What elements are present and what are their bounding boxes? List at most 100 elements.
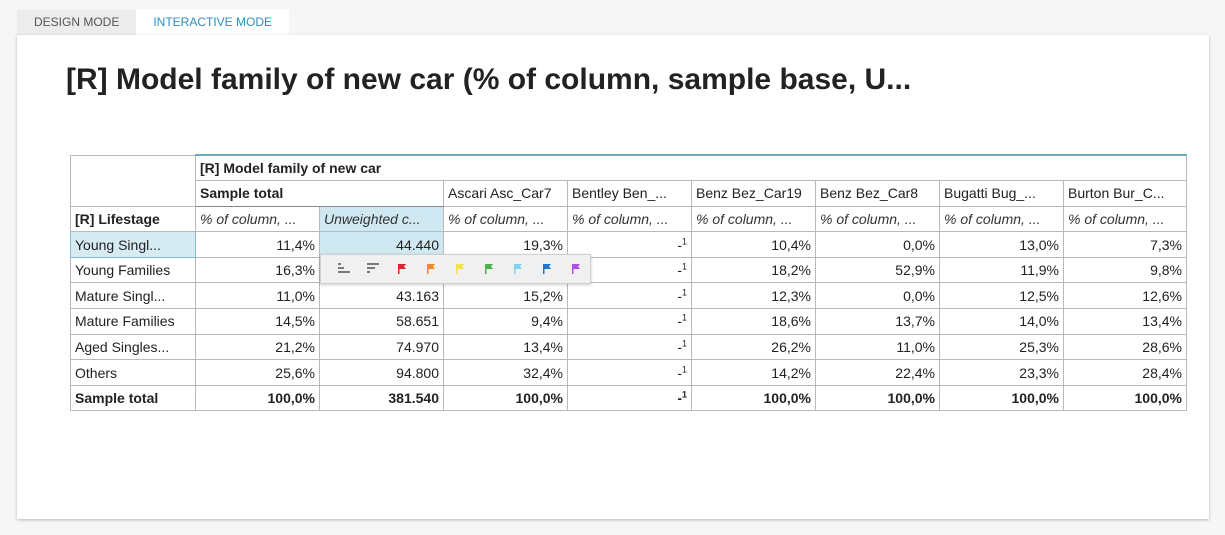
- table-cell[interactable]: 25,3%: [939, 333, 1064, 361]
- table-cell[interactable]: 11,9%: [939, 256, 1064, 284]
- column-header[interactable]: Benz Bez_Car19: [691, 180, 816, 207]
- table-cell[interactable]: 23,3%: [939, 359, 1064, 386]
- table-cell[interactable]: 10,4%: [691, 231, 816, 258]
- flag-lightblue-icon[interactable]: [503, 254, 532, 284]
- row-variable-label[interactable]: [R] Lifestage: [70, 205, 196, 233]
- row-label[interactable]: Young Families: [70, 256, 196, 284]
- cell-action-popup: [320, 254, 591, 284]
- table-cell[interactable]: 12,5%: [939, 282, 1064, 310]
- sort-ascending-icon[interactable]: [329, 254, 358, 284]
- table-cell[interactable]: 11,4%: [195, 231, 320, 258]
- table-cell[interactable]: 18,6%: [691, 308, 816, 335]
- table-cell[interactable]: 381.540: [319, 384, 444, 412]
- flag-purple-icon[interactable]: [561, 254, 590, 284]
- table-cell[interactable]: 11,0%: [815, 333, 940, 361]
- table-cell[interactable]: 100,0%: [815, 384, 940, 412]
- footnote-marker: 1: [681, 389, 687, 400]
- column-header[interactable]: Ascari Asc_Car7: [443, 180, 568, 207]
- table-cell[interactable]: 21,2%: [195, 333, 320, 361]
- table-cell[interactable]: -1: [567, 359, 692, 386]
- table-cell[interactable]: 32,4%: [443, 359, 568, 386]
- table-cell[interactable]: 13,0%: [939, 231, 1064, 258]
- flag-yellow-icon[interactable]: [445, 254, 474, 284]
- stat-header[interactable]: Unweighted c...: [319, 205, 444, 233]
- banner-header[interactable]: [R] Model family of new car: [195, 154, 1187, 182]
- table-body: Young Singl... 11,4% 44.440 19,3% -1 10,4% 0,0…: [70, 231, 1187, 412]
- table-cell[interactable]: 14,2%: [691, 359, 816, 386]
- table-cell[interactable]: 14,0%: [939, 308, 1064, 335]
- table-row: Mature Families 14,5% 58.651 9,4% -1 18,6% 13,…: [70, 308, 1187, 335]
- mode-tabs: DESIGN MODE INTERACTIVE MODE: [17, 10, 290, 35]
- stat-header[interactable]: % of column, ...: [567, 205, 692, 233]
- column-header[interactable]: Benz Bez_Car8: [815, 180, 940, 207]
- stat-header[interactable]: % of column, ...: [939, 205, 1064, 233]
- row-label[interactable]: Aged Singles...: [70, 333, 196, 361]
- row-label[interactable]: Young Singl...: [70, 231, 196, 258]
- corner-cell: [70, 180, 196, 207]
- tab-design-mode[interactable]: DESIGN MODE: [17, 10, 137, 35]
- sort-descending-icon[interactable]: [358, 254, 387, 284]
- table-cell[interactable]: 7,3%: [1063, 231, 1187, 258]
- table-cell[interactable]: 22,4%: [815, 359, 940, 386]
- footnote-marker: 1: [681, 338, 687, 349]
- table-cell[interactable]: 28,4%: [1063, 359, 1187, 386]
- table-cell[interactable]: 100,0%: [691, 384, 816, 412]
- footnote-marker: 1: [681, 235, 687, 246]
- row-label[interactable]: Mature Singl...: [70, 282, 196, 310]
- table-cell[interactable]: 14,5%: [195, 308, 320, 335]
- table-cell[interactable]: 12,3%: [691, 282, 816, 310]
- table-row: Mature Singl... 11,0% 43.163 15,2% -1 12,3% 0,…: [70, 282, 1187, 310]
- table-cell[interactable]: 43.163: [319, 282, 444, 310]
- table-cell[interactable]: 9,8%: [1063, 256, 1187, 284]
- table-cell[interactable]: 100,0%: [1063, 384, 1187, 412]
- stat-header[interactable]: % of column, ...: [1063, 205, 1187, 233]
- flag-green-icon[interactable]: [474, 254, 503, 284]
- table-cell[interactable]: 13,7%: [815, 308, 940, 335]
- column-header[interactable]: Bugatti Bug_...: [939, 180, 1064, 207]
- table-cell[interactable]: -1: [567, 282, 692, 310]
- table-cell[interactable]: 100,0%: [195, 384, 320, 412]
- table-row: Young Singl... 11,4% 44.440 19,3% -1 10,4% 0,0…: [70, 231, 1187, 258]
- table-row: Aged Singles... 21,2% 74.970 13,4% -1 26,2% 11…: [70, 333, 1187, 361]
- table-cell[interactable]: 18,2%: [691, 256, 816, 284]
- table-cell[interactable]: 26,2%: [691, 333, 816, 361]
- table-cell[interactable]: 13,4%: [1063, 308, 1187, 335]
- column-header[interactable]: Bentley Ben_...: [567, 180, 692, 207]
- flag-blue-icon[interactable]: [532, 254, 561, 284]
- table-cell[interactable]: -1: [567, 333, 692, 361]
- table-cell[interactable]: 58.651: [319, 308, 444, 335]
- table-cell[interactable]: 52,9%: [815, 256, 940, 284]
- stat-header[interactable]: % of column, ...: [443, 205, 568, 233]
- table-cell[interactable]: 16,3%: [195, 256, 320, 284]
- tab-interactive-mode[interactable]: INTERACTIVE MODE: [136, 10, 290, 35]
- table-cell[interactable]: 11,0%: [195, 282, 320, 310]
- table-cell[interactable]: 9,4%: [443, 308, 568, 335]
- stat-header[interactable]: % of column, ...: [815, 205, 940, 233]
- flag-orange-icon[interactable]: [416, 254, 445, 284]
- corner-cell: [70, 154, 196, 181]
- table-cell[interactable]: 15,2%: [443, 282, 568, 310]
- table-cell[interactable]: 0,0%: [815, 282, 940, 310]
- footnote-marker: 1: [681, 287, 687, 298]
- table-cell[interactable]: 100,0%: [443, 384, 568, 412]
- column-header[interactable]: Burton Bur_C...: [1063, 180, 1187, 207]
- table-cell[interactable]: 94.800: [319, 359, 444, 386]
- table-cell[interactable]: -1: [567, 308, 692, 335]
- row-label[interactable]: Others: [70, 359, 196, 386]
- table-cell[interactable]: 13,4%: [443, 333, 568, 361]
- stat-header[interactable]: % of column, ...: [195, 205, 320, 233]
- table-cell[interactable]: 74.970: [319, 333, 444, 361]
- table-cell[interactable]: 28,6%: [1063, 333, 1187, 361]
- footnote-marker: 1: [681, 312, 687, 323]
- flag-red-icon[interactable]: [387, 254, 416, 284]
- stat-header[interactable]: % of column, ...: [691, 205, 816, 233]
- row-label[interactable]: Sample total: [70, 384, 196, 412]
- row-label[interactable]: Mature Families: [70, 308, 196, 335]
- table-cell[interactable]: 100,0%: [939, 384, 1064, 412]
- table-cell[interactable]: 0,0%: [815, 231, 940, 258]
- table-cell[interactable]: 12,6%: [1063, 282, 1187, 310]
- table-cell[interactable]: -1: [567, 384, 692, 412]
- table-cell[interactable]: 25,6%: [195, 359, 320, 386]
- report-panel: [R] Model family of new car (% of column…: [17, 35, 1209, 519]
- column-header[interactable]: Sample total: [195, 180, 444, 207]
